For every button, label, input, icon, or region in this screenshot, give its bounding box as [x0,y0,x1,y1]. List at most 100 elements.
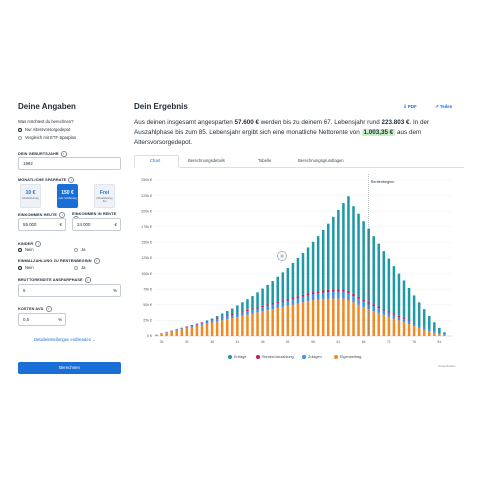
bar-ertraege [326,223,330,290]
tab-table[interactable]: Tabelle [258,158,271,163]
bar-zulagen [210,320,214,323]
y-tick-label: 0 € [147,334,152,338]
bar-zulagen [357,298,360,305]
bar-steuer [316,291,320,294]
bar-zulagen [387,312,391,317]
bar-eigenbeitrag [417,327,421,336]
bar-ertraege [316,236,320,292]
bar-zulagen [256,308,259,313]
bar-eigenbeitrag [342,298,345,336]
bar-zulagen [236,313,239,317]
bar-ertraege [372,236,375,305]
bar-ertraege [397,273,401,316]
radio-selected-icon[interactable] [18,247,22,252]
x-tick-label: 26 [160,340,164,344]
bar-zulagen [266,305,269,311]
bar-ertraege [306,247,310,294]
calculate-button[interactable]: Berechnen [18,362,121,374]
bar-ertraege [220,313,224,317]
bar-eigenbeitrag [200,324,204,336]
bar-steuer [261,305,264,308]
x-tick-label: 56 [311,340,315,344]
bar-eigenbeitrag [266,310,269,336]
bar-steuer [387,311,391,313]
radio-empty-icon[interactable] [74,265,78,270]
payout-yes[interactable]: Ja [74,265,85,270]
chevron-down-icon: ⌄ [92,337,96,342]
option-compare-etf[interactable]: Vergleich mit ETF-Sparplan [18,135,76,140]
option-only-avd[interactable]: Nur Altersvorsorgedepot [18,127,70,132]
bar-eigenbeitrag [326,298,330,336]
radio-selected-icon[interactable] [18,265,22,270]
bar-steuer [215,318,219,319]
pdf-button[interactable]: ⇩ PDF [403,104,417,110]
bar-steuer [377,306,381,309]
bar-eigenbeitrag [251,313,254,336]
bar-eigenbeitrag [296,303,300,336]
bar-eigenbeitrag [220,320,224,336]
savings-option-10[interactable]: 10 € Mindestbetrag [20,184,41,208]
costs-input[interactable]: 0,5% [18,313,66,326]
info-icon[interactable]: i [45,306,52,312]
bar-eigenbeitrag [311,300,315,336]
bar-zulagen [342,291,345,299]
bar-ertraege [402,280,406,319]
bar-ertraege [210,318,214,320]
bar-steuer [422,327,426,328]
payout-label: EINMALZAHLUNG ZU RENTENBEGINN i [18,258,100,264]
share-button[interactable]: ↗ Teilen [435,104,452,110]
radio-empty-icon[interactable] [74,247,78,252]
bar-ertraege [337,209,340,290]
children-yes[interactable]: Ja [74,247,85,252]
bar-eigenbeitrag [372,311,375,336]
return-input[interactable]: 6% [18,284,121,297]
bar-eigenbeitrag [165,332,168,336]
x-tick-label: 41 [235,340,239,344]
pdf-icon: ⇩ [403,104,407,109]
birth-year-input[interactable]: 1992 [18,157,121,170]
bar-steuer [256,307,259,309]
bar-eigenbeitrag [397,320,401,336]
tab-calc-details[interactable]: Berechnungsdetails [188,158,225,163]
bar-zulagen [296,297,300,304]
tab-basis[interactable]: Berechnungsgrundlagen [298,158,344,163]
x-tick-label: 46 [261,340,265,344]
bar-ertraege [241,302,244,312]
info-icon[interactable]: i [35,241,42,247]
radio-empty-icon[interactable] [18,135,22,140]
info-icon[interactable]: i [84,277,91,283]
retirement-label: Rentenbeginn [371,180,395,184]
y-tick-label: 50k € [143,303,152,307]
costs-label: KOSTEN AVD i [18,306,52,312]
bar-zulagen [377,308,381,313]
bar-eigenbeitrag [195,325,199,336]
children-no[interactable]: Nein [18,247,34,252]
bar-steuer [205,320,209,322]
tab-chart[interactable]: Chart [150,158,160,163]
bar-zulagen [261,307,264,312]
bar-steuer [306,293,310,296]
payout-no[interactable]: Nein [18,265,34,270]
bar-ertraege [311,241,315,293]
bar-zulagen [428,329,431,332]
bar-zulagen [205,321,209,324]
radio-selected-icon[interactable] [18,127,22,132]
bar-eigenbeitrag [377,312,381,336]
cursor-dot-icon [280,254,284,258]
bar-eigenbeitrag [215,321,219,336]
savings-option-150[interactable]: 150 € max. Förderung [57,184,78,208]
bar-ertraege [225,311,229,316]
bar-eigenbeitrag [301,302,305,336]
bar-ertraege [382,251,386,309]
savings-option-free[interactable]: Frei Monatsbetrag frei [94,184,115,208]
info-icon[interactable]: i [68,177,75,183]
info-icon[interactable]: i [93,258,100,264]
bar-steuer [251,308,254,310]
bar-zulagen [175,329,178,331]
income-today-input[interactable]: 55.000 € [18,218,66,231]
bar-eigenbeitrag [190,327,194,336]
bar-steuer [210,319,214,321]
income-future-input[interactable]: 24.000 € [72,218,121,231]
input-panel-title: Deine Angaben [18,102,76,111]
detail-settings-link[interactable]: Detaileinstellungen einblenden ⌄ [34,337,96,342]
